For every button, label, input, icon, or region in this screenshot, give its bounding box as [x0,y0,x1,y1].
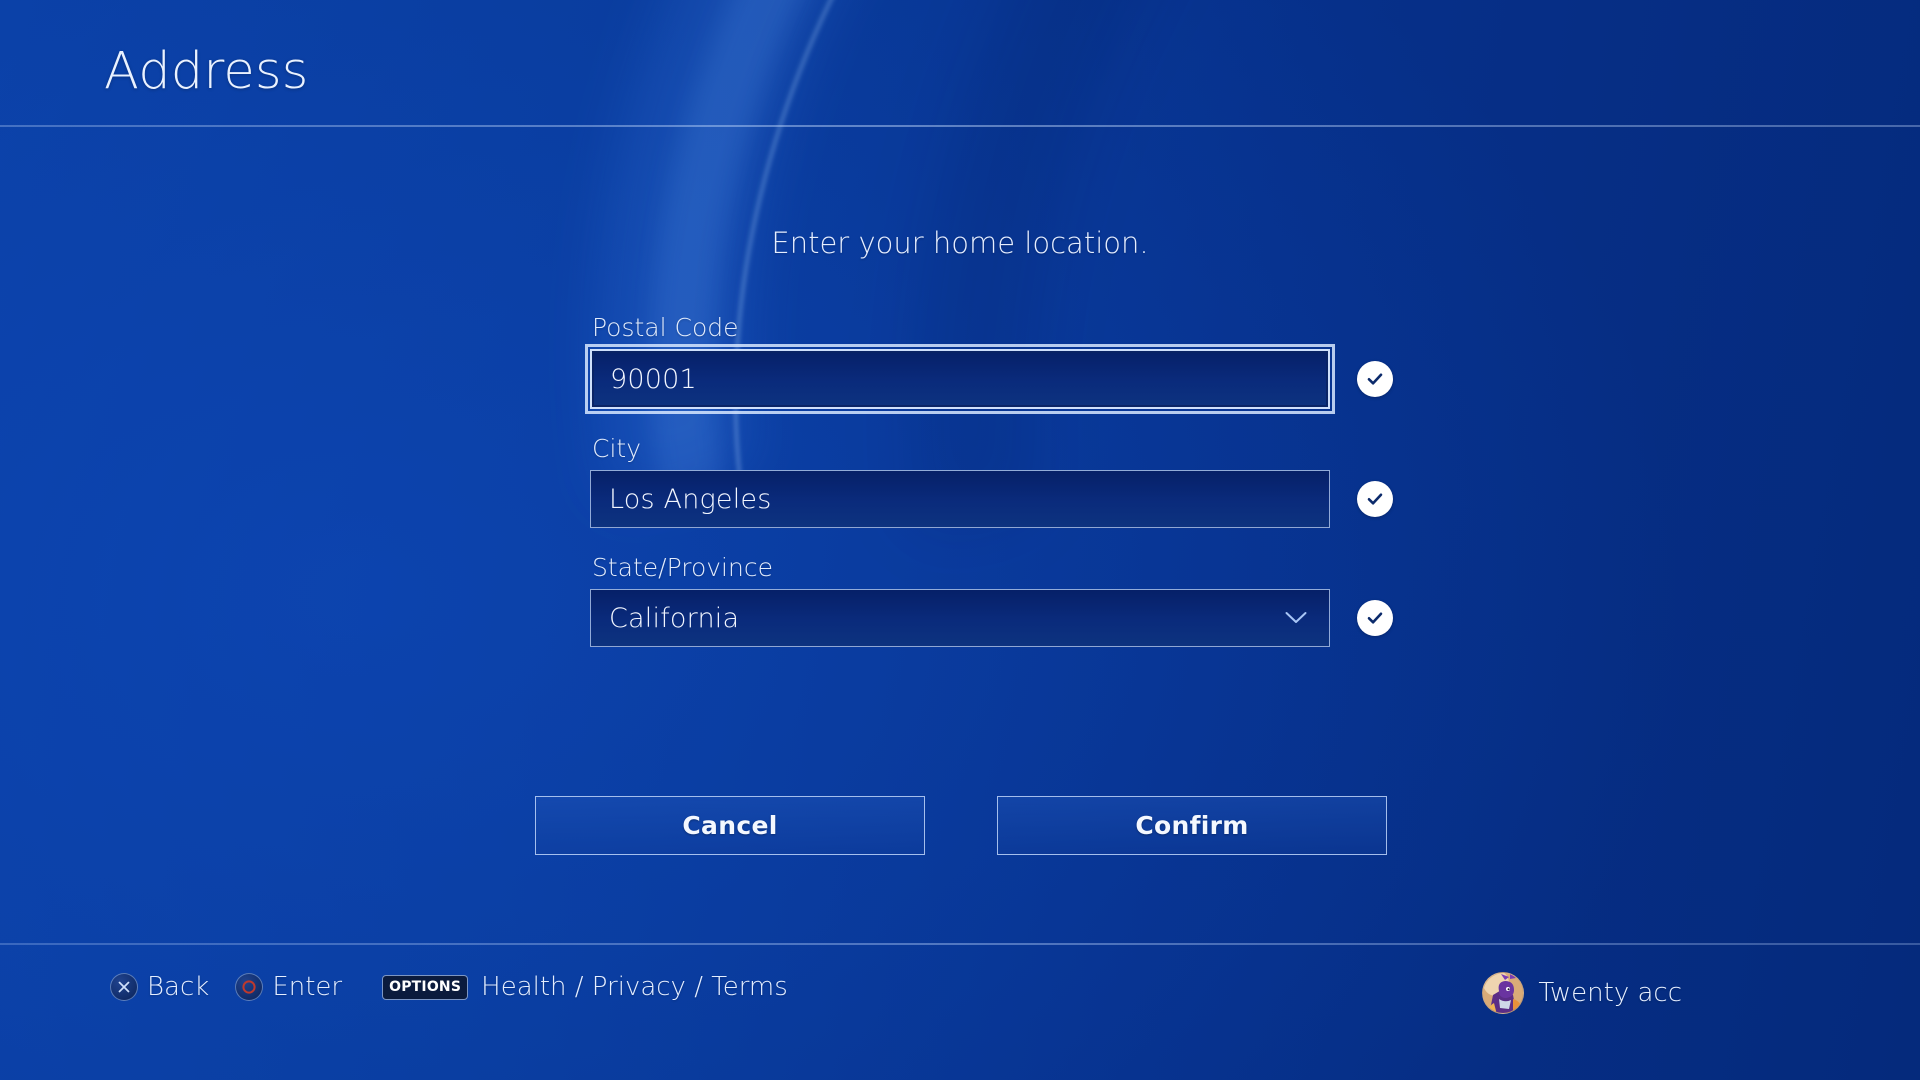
state-province-valid-check-icon [1357,600,1393,636]
hint-back-label: Back [147,972,210,1002]
input-row-postal-code: 90001 [585,344,1393,414]
cross-button-icon [110,973,138,1001]
hint-enter-label: Enter [272,972,343,1002]
field-label-state-province: State/Province [592,553,773,582]
postal-code-value: 90001 [610,363,697,395]
postal-code-input[interactable]: 90001 [585,344,1335,414]
postal-code-valid-check-icon [1357,361,1393,397]
confirm-button[interactable]: Confirm [997,796,1387,855]
hint-options[interactable]: OPTIONS Health / Privacy / Terms [382,972,788,1002]
dragon-avatar-icon [1482,972,1525,1014]
field-postal-code: Postal Code 90001 [585,313,1393,414]
hint-options-label: Health / Privacy / Terms [481,972,788,1002]
input-row-city: Los Angeles [590,470,1393,528]
field-label-city: City [592,434,641,463]
cancel-button[interactable]: Cancel [535,796,925,855]
city-value: Los Angeles [609,483,772,515]
options-button-icon: OPTIONS [382,974,469,1000]
page-title: Address [104,42,309,101]
field-state-province: State/Province California [590,553,1393,647]
chevron-down-icon [1285,612,1307,625]
state-province-value: California [609,602,740,634]
header-bar: Address [0,0,1920,127]
footer-hints: Back Enter OPTIONS Health / Privacy / Te… [110,972,788,1002]
city-valid-check-icon [1357,481,1393,517]
field-city: City Los Angeles [590,434,1393,528]
input-row-state-province: California [590,589,1393,647]
instruction-text: Enter your home location. [771,226,1149,260]
address-form: Postal Code 90001 City Los Angeles State… [585,313,1393,672]
ps4-address-screen: Address Enter your home location. Postal… [0,0,1920,1080]
main-content: Enter your home location. Postal Code 90… [0,126,1920,944]
footer-bar: Back Enter OPTIONS Health / Privacy / Te… [0,945,1920,1080]
hint-back[interactable]: Back [110,972,209,1002]
circle-button-icon [235,973,264,1001]
user-name: Twenty acc [1538,978,1682,1008]
hint-enter[interactable]: Enter [235,972,342,1002]
form-action-buttons: Cancel Confirm [535,796,1387,855]
user-profile[interactable]: Twenty acc [1482,972,1682,1014]
state-province-select[interactable]: California [590,589,1330,647]
field-label-postal-code: Postal Code [592,313,739,342]
city-input[interactable]: Los Angeles [590,470,1330,528]
